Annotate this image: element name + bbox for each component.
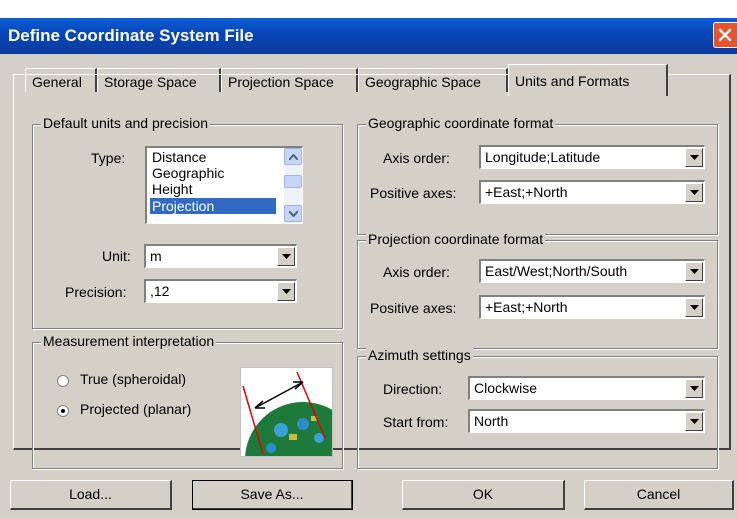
- title-bar[interactable]: Define Coordinate System File: [0, 18, 737, 54]
- group-title: Geographic coordinate format: [366, 115, 556, 131]
- projected-planar-label[interactable]: Projected (planar): [80, 401, 191, 417]
- radio-projected-planar[interactable]: [57, 405, 69, 417]
- proj-positive-axes-label: Positive axes:: [370, 300, 457, 316]
- planar-measurement-illustration: [240, 367, 361, 518]
- list-item-selected[interactable]: Projection: [150, 198, 276, 214]
- chevron-down-icon: [690, 269, 699, 274]
- dropdown-button[interactable]: [685, 298, 703, 317]
- list-item[interactable]: Geographic: [150, 165, 226, 181]
- proj-positive-axes-select[interactable]: +East;+North: [479, 295, 705, 319]
- dropdown-button[interactable]: [685, 148, 703, 167]
- geo-axis-order-value: Longitude;Latitude: [485, 149, 601, 165]
- type-label: Type:: [91, 150, 126, 166]
- tab-label: Units and Formats: [515, 73, 630, 89]
- group-title: Projection coordinate format: [366, 231, 546, 247]
- chevron-down-icon: [690, 155, 699, 160]
- dialog-window: Define Coordinate System File General St…: [0, 18, 737, 519]
- proj-positive-axes-value: +East;+North: [485, 299, 568, 315]
- scroll-thumb[interactable]: [284, 175, 302, 188]
- chevron-down-icon: [690, 386, 699, 391]
- radio-true-spheroidal[interactable]: [57, 375, 69, 387]
- direction-select[interactable]: Clockwise: [468, 376, 705, 400]
- geo-positive-axes-label: Positive axes:: [370, 185, 457, 201]
- group-title: Azimuth settings: [366, 347, 473, 363]
- window-title: Define Coordinate System File: [8, 26, 254, 45]
- start-from-value: North: [474, 413, 509, 429]
- ok-button[interactable]: OK: [402, 480, 565, 510]
- chevron-down-icon: [289, 211, 298, 217]
- unit-label: Unit:: [102, 248, 131, 264]
- globe-measurement-icon: [242, 371, 361, 518]
- chevron-down-icon: [690, 190, 699, 195]
- close-button[interactable]: [713, 22, 737, 48]
- dropdown-button[interactable]: [685, 262, 703, 281]
- proj-axis-order-label: Axis order:: [383, 264, 450, 280]
- type-scrollbar[interactable]: [284, 148, 302, 223]
- cancel-button[interactable]: Cancel: [584, 480, 734, 510]
- scroll-down-button[interactable]: [284, 205, 302, 222]
- dropdown-button[interactable]: [685, 412, 703, 431]
- tab-units-and-formats[interactable]: Units and Formats: [508, 64, 668, 96]
- geo-positive-axes-select[interactable]: +East;+North: [479, 180, 705, 204]
- group-title: Default units and precision: [41, 115, 210, 131]
- chevron-down-icon: [282, 289, 291, 294]
- dropdown-button[interactable]: [277, 247, 295, 266]
- dropdown-button[interactable]: [685, 379, 703, 398]
- start-from-label: Start from:: [383, 414, 449, 430]
- direction-label: Direction:: [383, 381, 443, 397]
- list-item[interactable]: Distance: [150, 149, 208, 165]
- group-title: Measurement interpretation: [41, 333, 217, 349]
- type-listbox[interactable]: Distance Geographic Height Projection: [145, 146, 303, 224]
- chevron-down-icon: [690, 305, 699, 310]
- precision-value: ,12: [150, 283, 170, 299]
- geo-positive-axes-value: +East;+North: [485, 184, 568, 200]
- proj-axis-order-select[interactable]: East/West;North/South: [479, 259, 705, 283]
- dropdown-button[interactable]: [277, 282, 295, 301]
- close-icon: [718, 28, 732, 42]
- geo-axis-order-select[interactable]: Longitude;Latitude: [479, 145, 705, 169]
- start-from-select[interactable]: North: [468, 409, 705, 433]
- unit-value: m: [150, 248, 162, 264]
- save-as-button[interactable]: Save As...: [192, 480, 353, 510]
- dropdown-button[interactable]: [685, 183, 703, 202]
- chevron-up-icon: [289, 154, 298, 160]
- radio-checked-icon: [61, 409, 65, 413]
- scroll-up-button[interactable]: [284, 148, 302, 165]
- chevron-down-icon: [690, 419, 699, 424]
- precision-select[interactable]: ,12: [144, 279, 297, 303]
- chevron-down-icon: [282, 254, 291, 259]
- unit-select[interactable]: m: [144, 244, 297, 268]
- true-spheroidal-label[interactable]: True (spheroidal): [80, 371, 186, 387]
- list-item[interactable]: Height: [150, 181, 194, 197]
- load-button[interactable]: Load...: [10, 480, 172, 510]
- precision-label: Precision:: [65, 284, 127, 300]
- geo-axis-order-label: Axis order:: [383, 150, 450, 166]
- proj-axis-order-value: East/West;North/South: [485, 263, 628, 279]
- direction-value: Clockwise: [474, 380, 538, 396]
